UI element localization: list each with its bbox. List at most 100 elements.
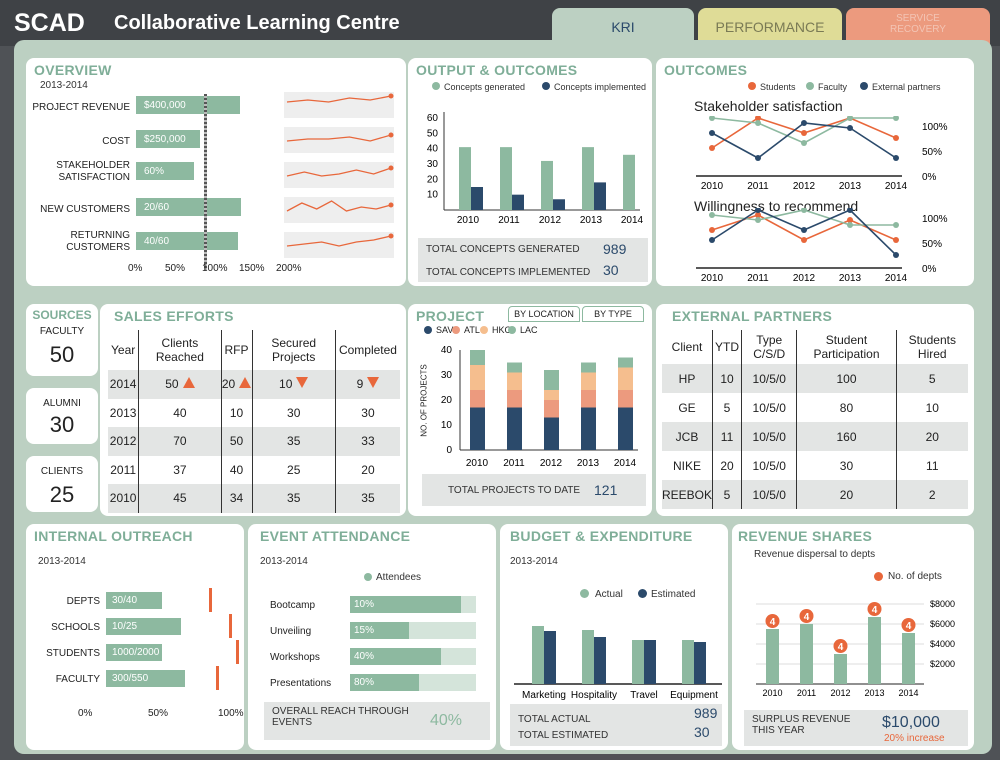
bar-sav	[581, 407, 596, 450]
table-cell: 33	[335, 427, 400, 456]
line-point	[755, 217, 761, 223]
y-tick: 0%	[922, 264, 937, 275]
cell-value: 2011	[110, 462, 137, 477]
bar-hkg	[581, 372, 596, 390]
x-tick: 2012	[793, 181, 816, 192]
bar-hkg	[507, 372, 522, 390]
total-generated-label: TOTAL CONCEPTS GENERATED	[426, 244, 580, 255]
sparkline-end-dot	[388, 165, 394, 171]
tab-by-type[interactable]: BY TYPE	[582, 306, 644, 322]
partners-title: EXTERNAL PARTNERS	[672, 308, 833, 324]
legend-atl: ATL	[464, 325, 480, 335]
y-tick: 10	[441, 420, 453, 431]
cell-value: 35	[287, 434, 301, 449]
y-tick: 20	[441, 395, 453, 406]
y-tick: 40	[427, 144, 439, 155]
y-tick: 30	[427, 159, 439, 170]
event-bar-value: 10%	[354, 599, 375, 610]
x-tick: 2014	[885, 273, 908, 284]
table-row: 2014 50 20 10 9	[108, 370, 400, 399]
column-header: Students Hired	[908, 333, 956, 361]
table-cell: 40	[221, 455, 253, 484]
x-tick: 2013	[839, 181, 862, 192]
project-title: PROJECT	[416, 308, 485, 324]
table-cell: 2	[928, 487, 936, 502]
x-tick: 2010	[701, 273, 724, 284]
cell-value: 50	[229, 434, 244, 449]
revenue-chart: $8000 $6000 $4000 $2000 4 2010 4 2011 4 2012 4 2013…	[756, 599, 955, 698]
revenue-subtitle: Revenue dispersal to depts	[754, 549, 876, 560]
source-alumni-card: ALUMNI 30	[26, 388, 98, 444]
revenue-panel: REVENUE SHARES Revenue dispersal to dept…	[732, 524, 974, 750]
source-label: CLIENTS	[40, 466, 84, 477]
legend-dot-faculty	[806, 82, 814, 90]
overview-bar-value: 20/60	[144, 202, 170, 213]
overview-bar-value: $400,000	[144, 100, 186, 111]
table-cell: 37	[138, 455, 222, 484]
x-tick: 2011	[747, 181, 769, 192]
sparkline-end-dot	[388, 233, 394, 239]
partners-panel: EXTERNAL PARTNERS Client YTD Type C/S/D Stu…	[656, 304, 974, 516]
sparkline-end-dot	[388, 132, 394, 138]
event-bar-value: 80%	[354, 677, 375, 688]
bar-lac	[470, 350, 485, 365]
table-cell: 45	[138, 484, 222, 513]
table-cell: GE	[662, 393, 714, 422]
overview-axis-tick: 0%	[128, 263, 143, 274]
cell-value: 2010	[109, 491, 137, 506]
x-tick: 2010	[762, 688, 782, 698]
cell-value: 10	[279, 377, 293, 392]
bar-lac	[544, 370, 559, 390]
cell-value: 2012	[109, 434, 137, 449]
legend-dot-actual	[580, 589, 589, 598]
column-header: Completed	[338, 343, 397, 357]
table-cell: JCB	[662, 422, 714, 451]
overview-label: PROJECT REVENUE	[32, 102, 130, 113]
line-point	[709, 130, 715, 136]
overview-axis-tick: 100%	[202, 263, 228, 274]
outcomes-title: OUTCOMES	[664, 62, 748, 78]
table-cell: REEBOK	[662, 480, 714, 509]
line-point	[801, 237, 807, 243]
project-total-value: 121	[594, 482, 618, 498]
cell-value: 35	[287, 491, 301, 506]
legend-implemented: Concepts implemented	[554, 82, 647, 92]
sparkline-bg	[284, 162, 394, 188]
cell-value: 20	[221, 377, 236, 392]
line-point	[893, 237, 899, 243]
table-cell: 2014	[108, 370, 140, 399]
table-cell: 20	[925, 429, 939, 444]
bar-estimated	[644, 640, 656, 684]
outreach-bar-value: 30/40	[112, 595, 138, 606]
event-label: Workshops	[270, 652, 320, 663]
overview-bar-value: $250,000	[144, 134, 186, 145]
table-cell: 80	[796, 393, 897, 422]
table-row: 2011 37 40 25 20	[108, 455, 400, 484]
y-tick: 50%	[922, 239, 942, 250]
bar-concepts-generated	[582, 147, 594, 210]
outreach-title: INTERNAL OUTREACH	[34, 528, 193, 544]
legend-dot-sav	[424, 326, 432, 334]
column-header: Type C/S/D	[741, 330, 798, 364]
overview-period: 2013-2014	[40, 80, 88, 91]
outreach-period: 2013-2014	[38, 556, 86, 567]
legend-actual: Actual	[595, 589, 623, 600]
y-tick: $2000	[930, 659, 955, 669]
sources-title: SOURCES	[32, 308, 92, 322]
x-tick: Marketing	[522, 690, 566, 701]
table-cell: 10/5/0	[741, 422, 798, 451]
sales-table: Year Clients Reached RFP Secured Projects Co…	[108, 330, 400, 513]
cell-value: 30	[361, 405, 375, 420]
cell-value: 50	[165, 377, 179, 392]
outreach-axis-tick: 50%	[148, 708, 169, 719]
tab-by-location[interactable]: BY LOCATION	[508, 306, 580, 322]
sparkline-bg	[284, 197, 394, 223]
y-tick: 100%	[922, 214, 948, 225]
total-actual-label: TOTAL ACTUAL	[518, 714, 591, 725]
cell-value: 35	[361, 491, 375, 506]
x-tick: 2013	[577, 458, 600, 469]
brand-logo: SCAD	[14, 9, 85, 37]
overview-bar-value: 40/60	[144, 236, 170, 247]
table-cell: 25	[252, 455, 336, 484]
y-tick: 100%	[922, 122, 948, 133]
